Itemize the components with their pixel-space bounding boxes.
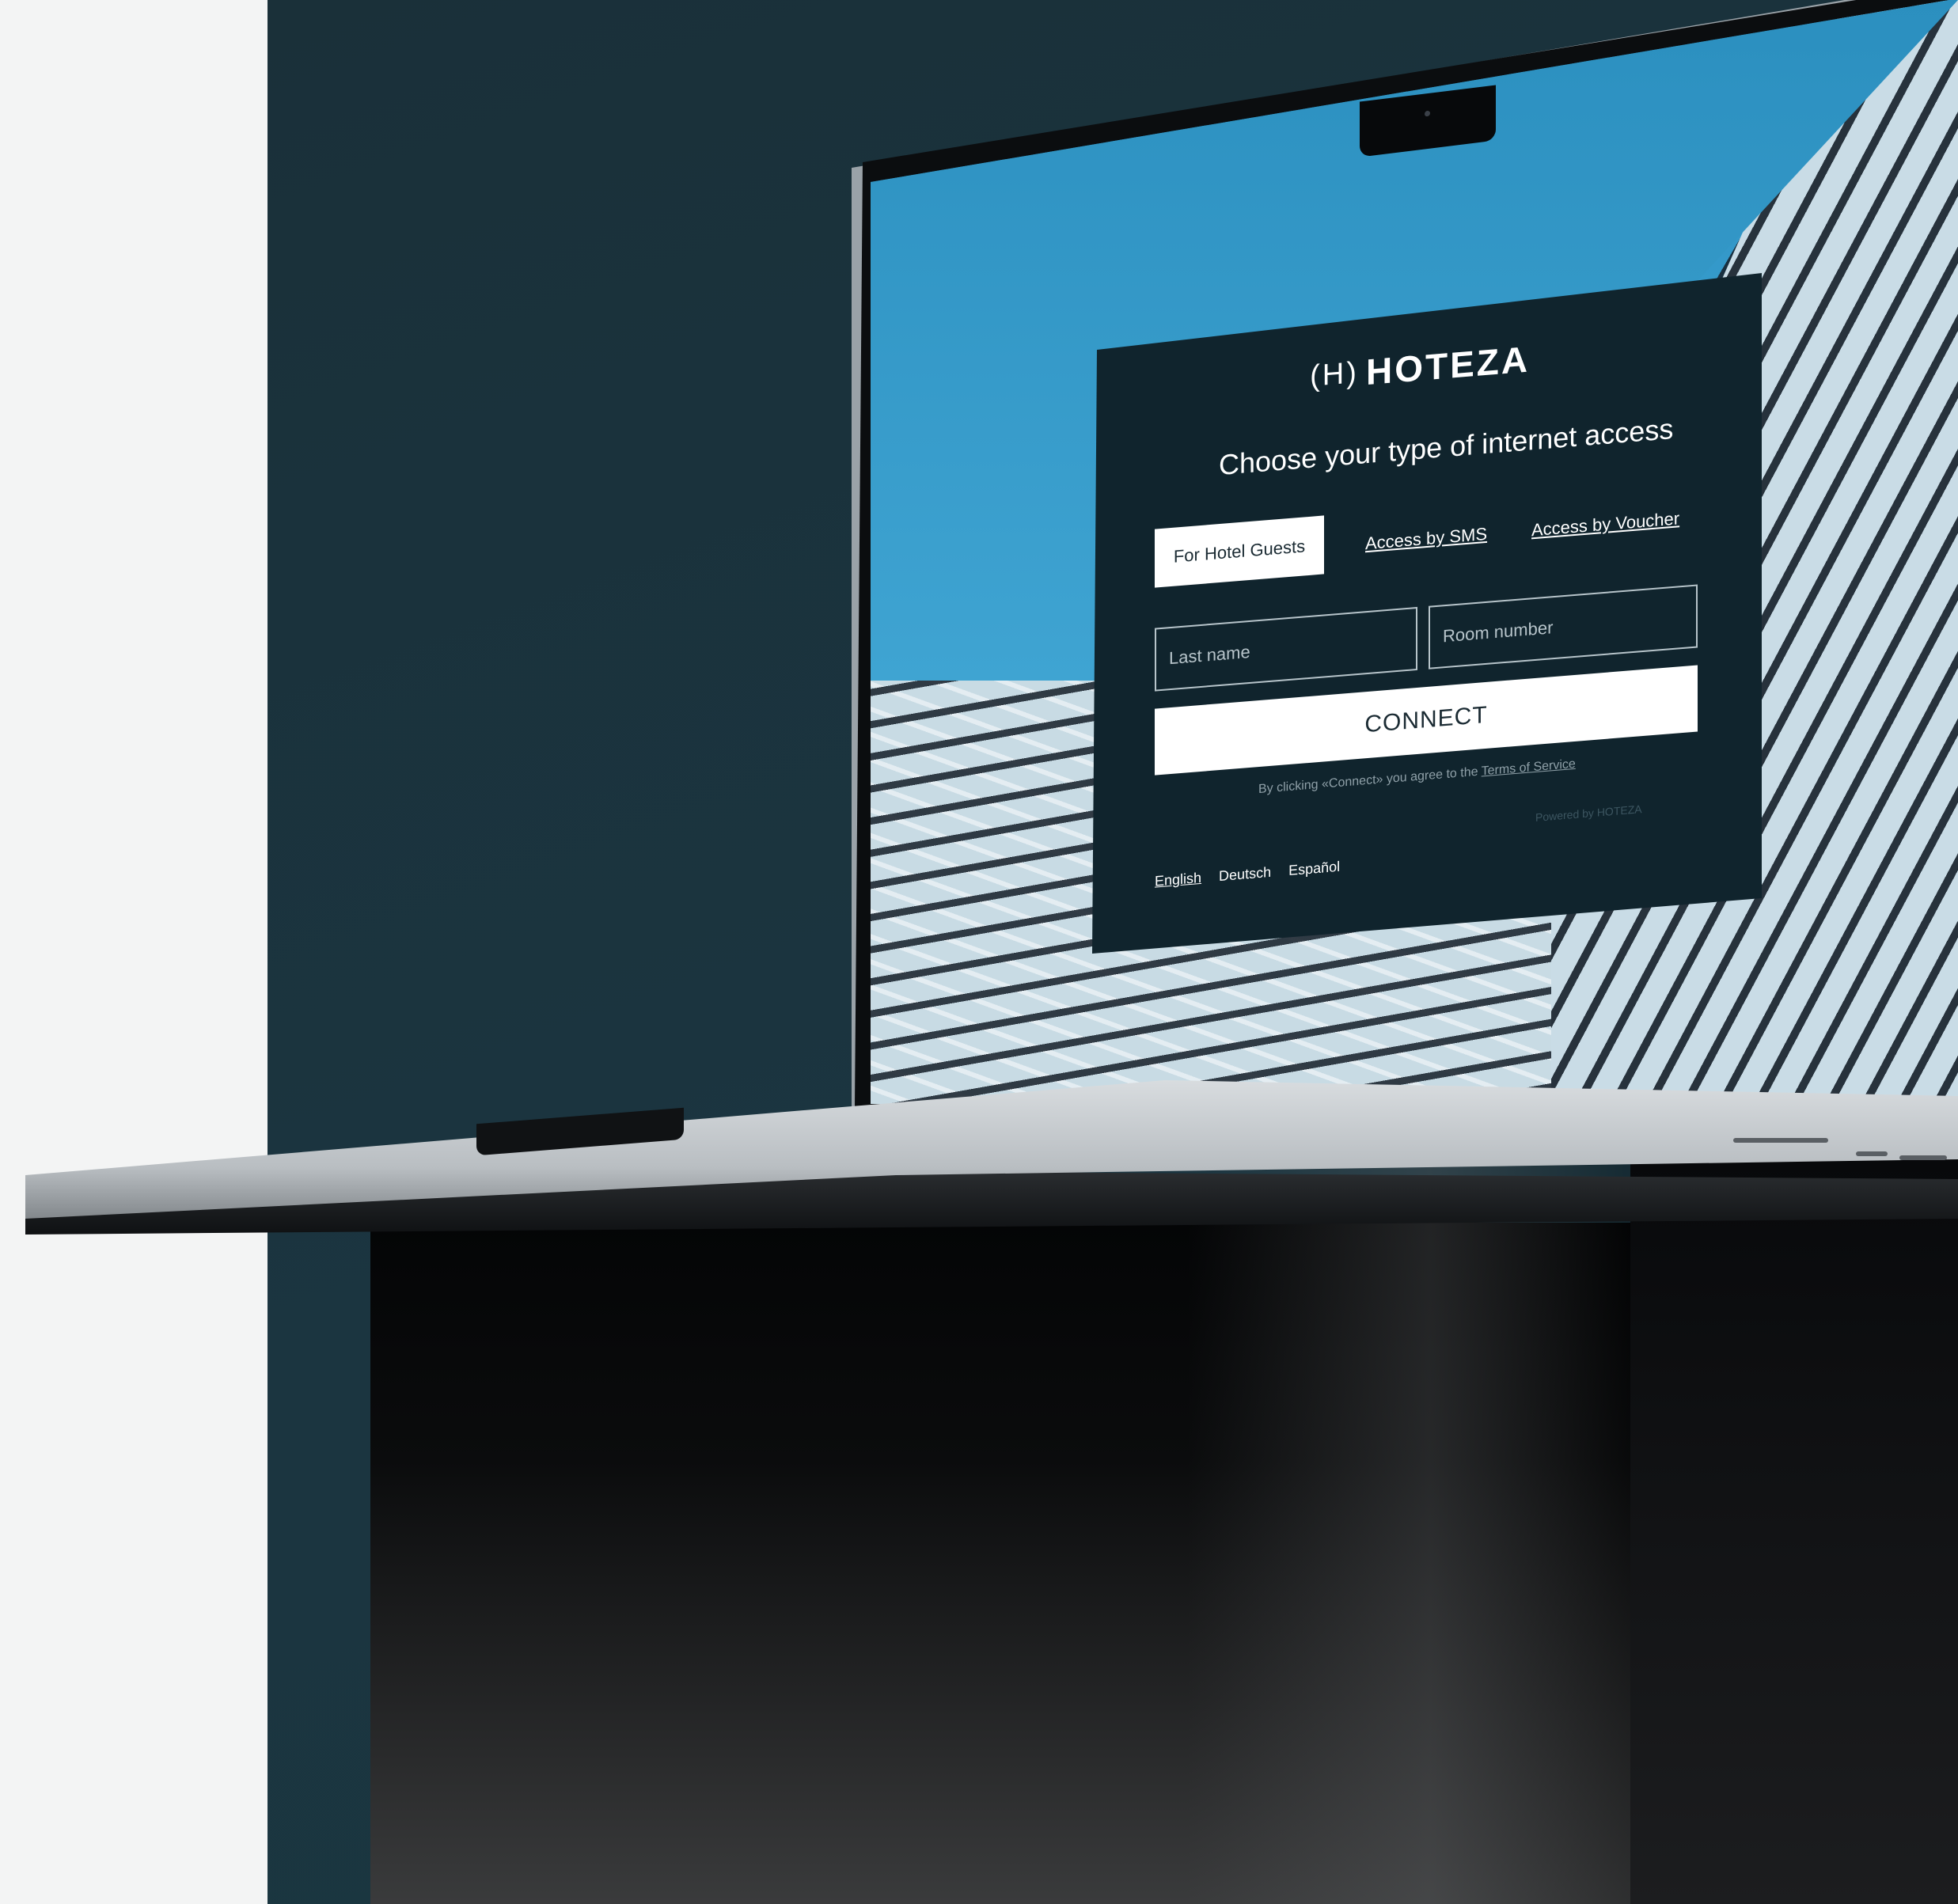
powered-by-label: Powered by HOTEZA bbox=[1535, 802, 1642, 824]
room-number-input[interactable] bbox=[1429, 584, 1698, 669]
captive-portal-content: (H) HOTEZA Choose your type of internet … bbox=[1092, 207, 1773, 958]
language-english[interactable]: English bbox=[1155, 870, 1201, 890]
page-heading: Choose your type of internet access bbox=[1219, 412, 1674, 482]
tab-access-by-sms[interactable]: Access by SMS bbox=[1365, 524, 1487, 554]
laptop-port bbox=[1733, 1138, 1828, 1143]
laptop-port bbox=[1856, 1151, 1888, 1156]
language-switcher: English Deutsch Español bbox=[1155, 859, 1340, 890]
table-shadow-right bbox=[1630, 1124, 1958, 1904]
tab-hotel-guests[interactable]: For Hotel Guests bbox=[1155, 515, 1324, 588]
last-name-input[interactable] bbox=[1155, 606, 1417, 692]
hoteza-logo: (H) HOTEZA bbox=[1310, 336, 1531, 398]
laptop-port bbox=[1899, 1155, 1947, 1160]
hoteza-logo-icon: (H) bbox=[1310, 355, 1359, 393]
background-light bbox=[0, 0, 268, 1904]
brand-name: HOTEZA bbox=[1366, 338, 1531, 393]
terms-prefix: By clicking «Connect» you agree to the bbox=[1258, 764, 1478, 797]
language-deutsch[interactable]: Deutsch bbox=[1219, 864, 1271, 885]
tab-access-by-voucher[interactable]: Access by Voucher bbox=[1531, 508, 1679, 540]
language-espanol[interactable]: Español bbox=[1288, 859, 1340, 879]
terms-notice: By clicking «Connect» you agree to the T… bbox=[1258, 757, 1576, 797]
table-highlight bbox=[1187, 1140, 1630, 1904]
terms-of-service-link[interactable]: Terms of Service bbox=[1482, 757, 1576, 779]
